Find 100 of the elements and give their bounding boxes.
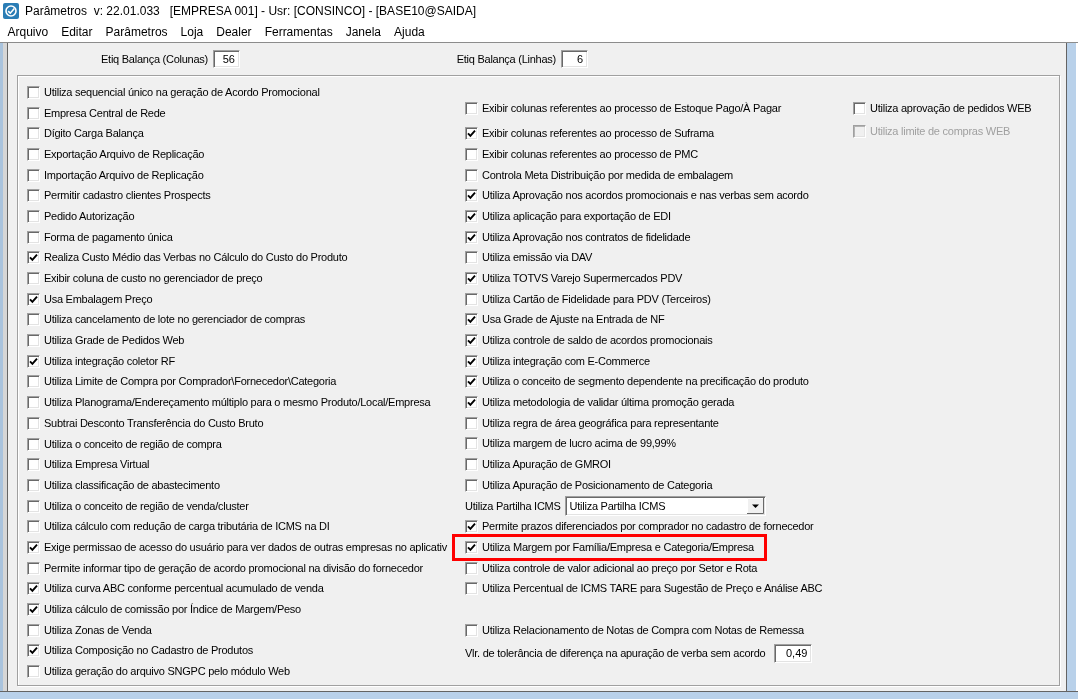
checkbox[interactable] (465, 623, 478, 637)
checkbox[interactable] (465, 230, 478, 244)
checkbox[interactable] (853, 101, 866, 115)
checkbox[interactable] (465, 375, 478, 389)
checkbox[interactable] (27, 230, 40, 244)
checkbox[interactable] (27, 375, 40, 389)
checkbox[interactable] (465, 313, 478, 327)
option-label: Empresa Central de Rede (44, 106, 166, 120)
checkbox[interactable] (27, 561, 40, 575)
option-label: Utiliza emissão via DAV (482, 251, 593, 265)
checkbox[interactable] (27, 334, 40, 348)
checkbox[interactable] (465, 251, 478, 265)
checkbox[interactable] (27, 623, 40, 637)
checkbox[interactable] (465, 540, 478, 554)
checkbox[interactable] (27, 499, 40, 513)
checkbox[interactable] (27, 540, 40, 554)
option-label: Usa Embalagem Preço (44, 292, 153, 306)
menu-item[interactable]: Dealer (209, 23, 259, 41)
checkbox[interactable] (465, 271, 478, 285)
checkbox[interactable] (465, 127, 478, 141)
checkbox[interactable] (27, 665, 40, 679)
check-icon (29, 646, 38, 656)
check-icon (467, 273, 476, 283)
menu-item[interactable]: Ajuda (387, 23, 432, 41)
option-label: Realiza Custo Médio das Verbas no Cálculo do Custo do Produto (44, 251, 348, 265)
checkbox[interactable] (27, 272, 40, 286)
checkbox[interactable] (27, 85, 40, 99)
check-icon (467, 398, 476, 408)
option-label: Utiliza o conceito de região de compra (44, 437, 222, 451)
checkbox[interactable] (27, 478, 40, 492)
checkbox[interactable] (27, 437, 40, 451)
option-label: Utiliza limite de compras WEB (870, 124, 1011, 138)
field-label: Etiq Balança (Colunas) (101, 52, 208, 66)
option-label: Permite informar tipo de geração de acordo promocional na divisão do fornecedor (44, 561, 423, 575)
checkbox[interactable] (465, 334, 478, 347)
checkbox[interactable] (27, 168, 40, 182)
checkbox[interactable] (27, 396, 40, 410)
checkbox[interactable] (465, 396, 478, 410)
checkbox[interactable] (27, 354, 40, 368)
option-label: Utiliza classificação de abastecimento (44, 478, 220, 492)
checkbox[interactable] (27, 520, 40, 534)
checkbox[interactable] (27, 147, 40, 161)
number-field[interactable]: 0,49 (774, 644, 813, 664)
checkbox[interactable] (27, 313, 40, 327)
checkbox[interactable] (27, 106, 40, 120)
caret-icon[interactable] (746, 498, 764, 514)
option-label: Utiliza margem de lucro acima de 99,99% (482, 437, 676, 451)
checkbox[interactable] (465, 168, 478, 182)
menu-item[interactable]: Janela (339, 23, 388, 41)
checkbox[interactable] (27, 644, 40, 658)
dropdown-label: Utiliza Partilha ICMS (465, 499, 561, 513)
option-label: Utiliza Planograma/Endereçamento múltiplo para o mesmo Produto/Local/Empresa (44, 396, 431, 410)
check-icon (29, 253, 38, 263)
menu-item[interactable]: Ferramentas (258, 23, 340, 41)
checkbox[interactable] (27, 189, 40, 203)
check-icon (29, 542, 38, 552)
checkbox[interactable] (465, 292, 478, 306)
option-label: Dígito Carga Balança (44, 127, 144, 141)
checkbox[interactable] (465, 147, 478, 161)
option-label: Utiliza Apuração de Posicionamento de Categoria (482, 478, 713, 492)
checkbox[interactable] (465, 416, 478, 430)
menu-item[interactable]: Editar (54, 23, 100, 41)
dropdown[interactable]: Utiliza Partilha ICMS (564, 496, 766, 516)
checkbox[interactable] (27, 458, 40, 472)
option-label: Utiliza curva ABC conforme percentual acumulado de venda (44, 582, 324, 596)
check-icon (467, 129, 476, 139)
check-icon (467, 356, 476, 366)
checkbox[interactable] (465, 209, 478, 223)
check-icon (29, 605, 38, 615)
checkbox[interactable] (465, 101, 478, 115)
checkbox[interactable] (27, 251, 40, 265)
checkbox[interactable] (27, 292, 40, 306)
option-label: Utiliza aplicação para exportação de EDI (482, 209, 671, 223)
menu-item[interactable]: Parâmetros (99, 23, 175, 41)
checkbox[interactable] (465, 189, 478, 203)
menu-item[interactable]: Arquivo (1, 23, 55, 41)
option-label: Utiliza aprovação de pedidos WEB (870, 101, 1032, 115)
number-field[interactable]: 6 (561, 50, 588, 68)
checkbox[interactable] (465, 478, 478, 492)
checkbox[interactable] (465, 561, 478, 575)
option-label: Subtrai Desconto Transferência do Custo Bruto (44, 416, 264, 430)
option-label: Utiliza metodologia de validar última promoção gerada (482, 396, 735, 410)
checkbox[interactable] (465, 520, 478, 534)
option-label: Utiliza Composição no Cadastro de Produtos (44, 644, 253, 658)
checkbox[interactable] (27, 127, 40, 141)
checkbox[interactable] (27, 603, 40, 617)
checkbox[interactable] (27, 209, 40, 223)
checkbox[interactable] (465, 354, 478, 368)
menu-item[interactable]: Loja (174, 23, 210, 41)
option-label: Utiliza Cartão de Fidelidade para PDV (Terceiros) (482, 292, 711, 306)
checkbox[interactable] (465, 458, 478, 472)
checkbox[interactable] (27, 582, 40, 596)
option-label: Utiliza TOTVS Varejo Supermercados PDV (482, 271, 683, 285)
option-label: Utiliza cancelamento de lote no gerenciador de compras (44, 313, 306, 327)
number-field[interactable]: 56 (213, 50, 240, 68)
option-label: Controla Meta Distribuição por medida de embalagem (482, 168, 734, 182)
checkbox[interactable] (465, 437, 478, 451)
checkbox[interactable] (27, 416, 40, 430)
option-label: Utiliza regra de área geográfica para representante (482, 416, 719, 430)
checkbox[interactable] (465, 582, 478, 596)
